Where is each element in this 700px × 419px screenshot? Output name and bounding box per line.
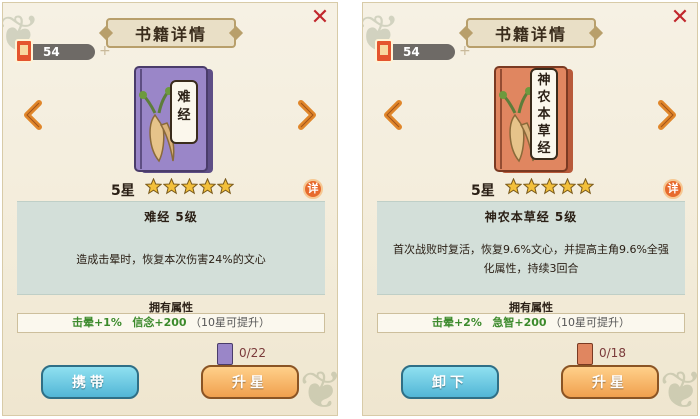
arrow-left-icon[interactable] xyxy=(381,99,405,131)
book-title-vertical: 难 经 xyxy=(171,89,197,125)
decorative-leaf: ❦ xyxy=(299,361,337,415)
attribute-wit: 急智+200 xyxy=(492,316,547,329)
attribute-belief: 信念+200 xyxy=(132,316,187,329)
book-resource-icon xyxy=(375,39,393,63)
book-title-char: 经 xyxy=(537,141,551,156)
detail-info-icon[interactable]: 详 xyxy=(663,179,683,199)
attribute-stun: 击晕+1% xyxy=(71,316,122,329)
book-title-char: 本 xyxy=(537,107,551,122)
close-icon[interactable]: ✕ xyxy=(669,7,691,29)
book-cover: 神 农 本 草 经 xyxy=(493,65,575,175)
star-icon xyxy=(181,178,198,195)
resource-counter: 54 + xyxy=(15,39,111,63)
skill-description-box: 神农本草经 5级 首次战败时复活，恢复9.6%文心，并提高主角9.6%全强化属性… xyxy=(377,201,685,295)
book-title-vertical: 神 农 本 草 经 xyxy=(531,72,557,157)
star-level-label: 5星 xyxy=(111,183,135,199)
plus-icon[interactable]: + xyxy=(99,43,111,59)
book-title-char: 草 xyxy=(537,124,551,139)
book-fragment-icon xyxy=(217,343,233,365)
panel-title: 书籍详情 xyxy=(466,18,596,48)
detail-info-icon[interactable]: 详 xyxy=(303,179,323,199)
star-icon xyxy=(145,178,162,195)
equip-button[interactable]: 携带 xyxy=(41,365,139,399)
star-icon xyxy=(541,178,558,195)
fragment-counter: 0/22 xyxy=(217,343,297,365)
skill-description-box: 难经 5级 造成击晕时，恢复本次伤害24%的文心 xyxy=(17,201,325,295)
attribute-stun: 击晕+2% xyxy=(431,316,482,329)
star-rating: 5星 xyxy=(363,178,697,200)
fragment-count: 0/22 xyxy=(239,346,266,360)
book-level-title: 神农本草经 5级 xyxy=(484,210,578,224)
book-cover: 难 经 xyxy=(133,65,215,175)
star-icon xyxy=(523,178,540,195)
close-icon[interactable]: ✕ xyxy=(309,7,331,29)
unequip-button[interactable]: 卸下 xyxy=(401,365,499,399)
fragment-counter: 0/18 xyxy=(577,343,657,365)
star-icon xyxy=(577,178,594,195)
book-title-char: 农 xyxy=(537,90,551,105)
star-icon xyxy=(505,178,522,195)
book-detail-panel-left: ❦ ❦ 书籍详情 ✕ 54 + 难 经 5星 xyxy=(2,2,338,416)
resource-counter: 54 + xyxy=(375,39,471,63)
attributes-bar: 击晕+2% 急智+200 （10星可提升） xyxy=(377,313,685,333)
book-title-char: 神 xyxy=(537,73,551,88)
book-level-title: 难经 5级 xyxy=(144,210,198,224)
stars xyxy=(145,178,234,195)
skill-description: 造成击晕时，恢复本次伤害24%的文心 xyxy=(76,252,266,266)
star-rating: 5星 xyxy=(3,178,337,200)
decorative-leaf: ❦ xyxy=(659,361,697,415)
stars xyxy=(505,178,594,195)
star-icon xyxy=(199,178,216,195)
attributes-bar: 击晕+1% 信念+200 （10星可提升） xyxy=(17,313,325,333)
star-level-label: 5星 xyxy=(471,183,495,199)
skill-description: 首次战败时复活，恢复9.6%文心，并提高主角9.6%全强化属性，持续3回合 xyxy=(393,243,669,275)
book-title-char: 经 xyxy=(177,108,191,123)
arrow-right-icon[interactable] xyxy=(655,99,679,131)
star-icon xyxy=(217,178,234,195)
star-icon xyxy=(163,178,180,195)
book-resource-icon xyxy=(15,39,33,63)
resource-count: 54 xyxy=(25,44,95,60)
book-fragment-icon xyxy=(577,343,593,365)
book-detail-panel-right: ❦ ❦ 书籍详情 ✕ 54 + 神 农 本 草 经 5星 xyxy=(362,2,698,416)
upgrade-star-button[interactable]: 升星 xyxy=(561,365,659,399)
panel-title: 书籍详情 xyxy=(106,18,236,48)
book-title-char: 难 xyxy=(177,90,191,105)
arrow-right-icon[interactable] xyxy=(295,99,319,131)
plus-icon[interactable]: + xyxy=(459,43,471,59)
resource-count: 54 xyxy=(385,44,455,60)
attribute-note: （10星可提升） xyxy=(190,316,271,329)
fragment-count: 0/18 xyxy=(599,346,626,360)
upgrade-star-button[interactable]: 升星 xyxy=(201,365,299,399)
attribute-note: （10星可提升） xyxy=(550,316,631,329)
arrow-left-icon[interactable] xyxy=(21,99,45,131)
star-icon xyxy=(559,178,576,195)
